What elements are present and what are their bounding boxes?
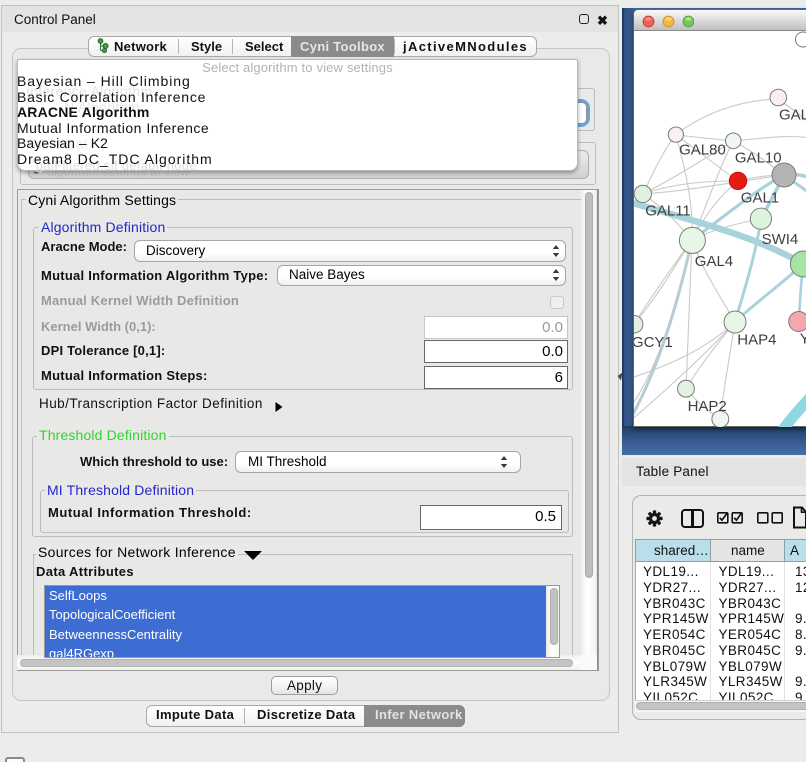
svg-text:GAL1: GAL1 — [741, 190, 779, 207]
svg-text:HAP4: HAP4 — [737, 332, 776, 349]
svg-text:GAL80: GAL80 — [679, 141, 726, 158]
svg-text:GAL4: GAL4 — [695, 253, 733, 270]
svg-text:GAL10: GAL10 — [735, 149, 782, 166]
svg-text:SWI4: SWI4 — [762, 231, 799, 248]
svg-text:HAP2: HAP2 — [688, 398, 727, 415]
svg-text:GAL2: GAL2 — [779, 107, 806, 124]
svg-text:GAL11: GAL11 — [645, 203, 691, 220]
svg-text:Y: Y — [800, 331, 806, 348]
svg-text:GCY1: GCY1 — [634, 334, 673, 351]
